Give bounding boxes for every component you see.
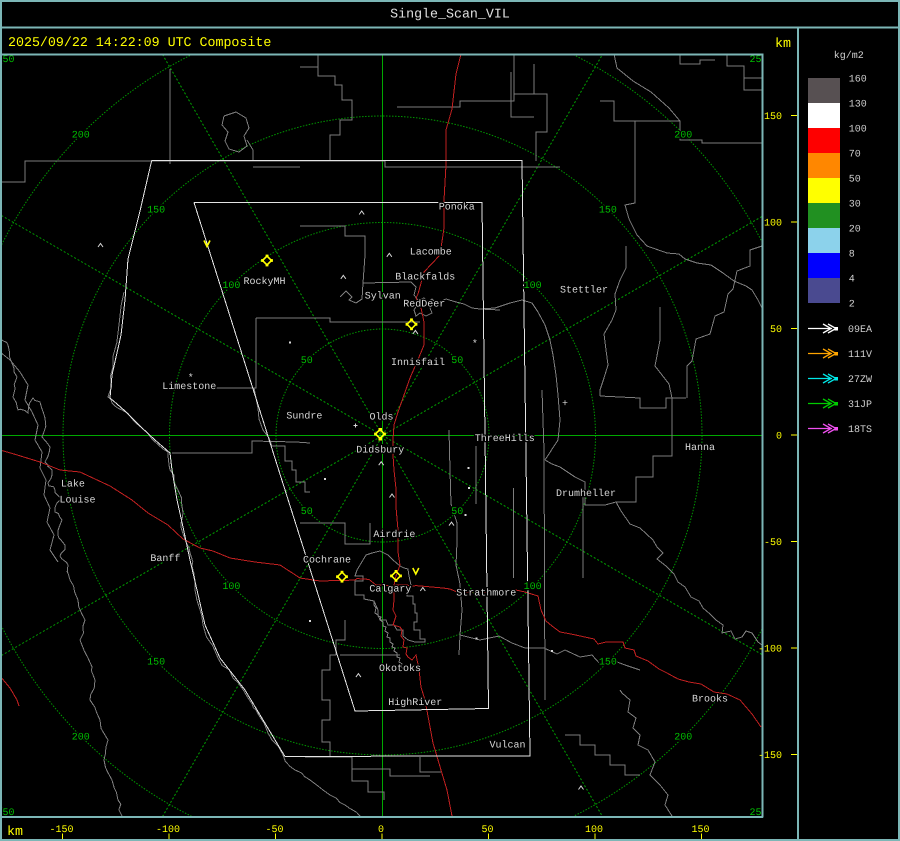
svg-text:Strathmore: Strathmore bbox=[456, 588, 516, 600]
svg-text:50: 50 bbox=[301, 356, 313, 367]
svg-text:-100: -100 bbox=[156, 825, 180, 836]
svg-text:Drumheller: Drumheller bbox=[556, 488, 616, 500]
svg-text:200: 200 bbox=[72, 130, 90, 141]
svg-text:HighRiver: HighRiver bbox=[388, 697, 442, 709]
svg-text:160: 160 bbox=[849, 75, 867, 86]
svg-text:Brooks: Brooks bbox=[692, 694, 728, 706]
svg-text:100: 100 bbox=[222, 281, 240, 292]
svg-text:100: 100 bbox=[524, 281, 542, 292]
svg-text:kg/m2: kg/m2 bbox=[834, 50, 864, 62]
svg-text:Calgary: Calgary bbox=[369, 584, 411, 596]
svg-text:2: 2 bbox=[849, 300, 855, 311]
svg-text:18TS: 18TS bbox=[848, 425, 872, 436]
svg-text:Blackfalds: Blackfalds bbox=[395, 272, 455, 284]
svg-text:RedDeer: RedDeer bbox=[403, 299, 445, 311]
svg-text:111V: 111V bbox=[848, 350, 872, 361]
svg-text:27ZW: 27ZW bbox=[848, 375, 872, 386]
svg-text:Airdrie: Airdrie bbox=[373, 529, 415, 541]
svg-text:200: 200 bbox=[674, 130, 692, 141]
svg-text:100: 100 bbox=[764, 219, 782, 230]
svg-text:50: 50 bbox=[301, 507, 313, 518]
svg-text:70: 70 bbox=[849, 150, 861, 161]
svg-text:200: 200 bbox=[72, 733, 90, 744]
svg-text:-100: -100 bbox=[758, 645, 782, 656]
svg-text:150: 150 bbox=[599, 657, 617, 668]
svg-text:30: 30 bbox=[849, 200, 861, 211]
svg-text:31JP: 31JP bbox=[848, 400, 872, 411]
svg-text:ThreeHills: ThreeHills bbox=[475, 433, 535, 445]
svg-text:-150: -150 bbox=[758, 751, 782, 762]
svg-text:0: 0 bbox=[378, 825, 384, 836]
svg-text:100: 100 bbox=[222, 582, 240, 593]
svg-text:Lake: Lake bbox=[61, 478, 85, 490]
svg-text:Sylvan: Sylvan bbox=[365, 291, 401, 303]
svg-text:km: km bbox=[775, 36, 791, 51]
svg-text:150: 150 bbox=[764, 112, 782, 123]
svg-text:4: 4 bbox=[849, 275, 855, 286]
svg-text:-150: -150 bbox=[49, 825, 73, 836]
svg-text:50: 50 bbox=[481, 825, 493, 836]
svg-text:Olds: Olds bbox=[369, 412, 393, 424]
svg-text:50: 50 bbox=[451, 507, 463, 518]
svg-text:Hanna: Hanna bbox=[685, 443, 715, 454]
svg-text:20: 20 bbox=[849, 225, 861, 236]
svg-text:Stettler: Stettler bbox=[560, 285, 608, 297]
svg-text:250: 250 bbox=[0, 55, 15, 66]
svg-text:0: 0 bbox=[776, 432, 782, 443]
svg-text:Louise: Louise bbox=[59, 494, 95, 506]
svg-text:*: * bbox=[188, 373, 194, 385]
svg-text:Single_Scan_VIL: Single_Scan_VIL bbox=[390, 7, 510, 22]
svg-text:-50: -50 bbox=[265, 825, 283, 836]
svg-text:Cochrane: Cochrane bbox=[303, 555, 351, 567]
svg-text:Banff: Banff bbox=[150, 553, 180, 565]
svg-text:Didsbury: Didsbury bbox=[356, 444, 404, 456]
svg-text:100: 100 bbox=[524, 582, 542, 593]
svg-text:150: 150 bbox=[147, 206, 165, 217]
svg-text:50: 50 bbox=[849, 175, 861, 186]
svg-text:130: 130 bbox=[849, 100, 867, 111]
svg-text:100: 100 bbox=[849, 125, 867, 136]
svg-text:150: 150 bbox=[147, 657, 165, 668]
svg-text:Okotoks: Okotoks bbox=[379, 663, 421, 675]
svg-text:150: 150 bbox=[599, 206, 617, 217]
svg-text:Ponoka: Ponoka bbox=[439, 202, 475, 214]
svg-text:-50: -50 bbox=[764, 538, 782, 549]
svg-text:Lacombe: Lacombe bbox=[410, 247, 452, 259]
svg-text:Innisfail: Innisfail bbox=[391, 357, 445, 369]
svg-text:8: 8 bbox=[849, 250, 855, 261]
svg-text:2025/09/22 14:22:09 UTC Compos: 2025/09/22 14:22:09 UTC Composite bbox=[8, 35, 271, 50]
svg-text:Vulcan: Vulcan bbox=[489, 740, 525, 752]
svg-text:*: * bbox=[472, 339, 478, 351]
svg-text:150: 150 bbox=[691, 825, 709, 836]
svg-text:50: 50 bbox=[770, 325, 782, 336]
svg-text:09EA: 09EA bbox=[848, 325, 872, 336]
svg-text:Sundre: Sundre bbox=[286, 411, 322, 423]
svg-text:+: + bbox=[562, 399, 568, 410]
svg-text:200: 200 bbox=[674, 733, 692, 744]
svg-text:50: 50 bbox=[451, 356, 463, 367]
svg-text:100: 100 bbox=[585, 825, 603, 836]
svg-text:km: km bbox=[7, 824, 23, 839]
svg-text:RockyMH: RockyMH bbox=[243, 276, 285, 288]
